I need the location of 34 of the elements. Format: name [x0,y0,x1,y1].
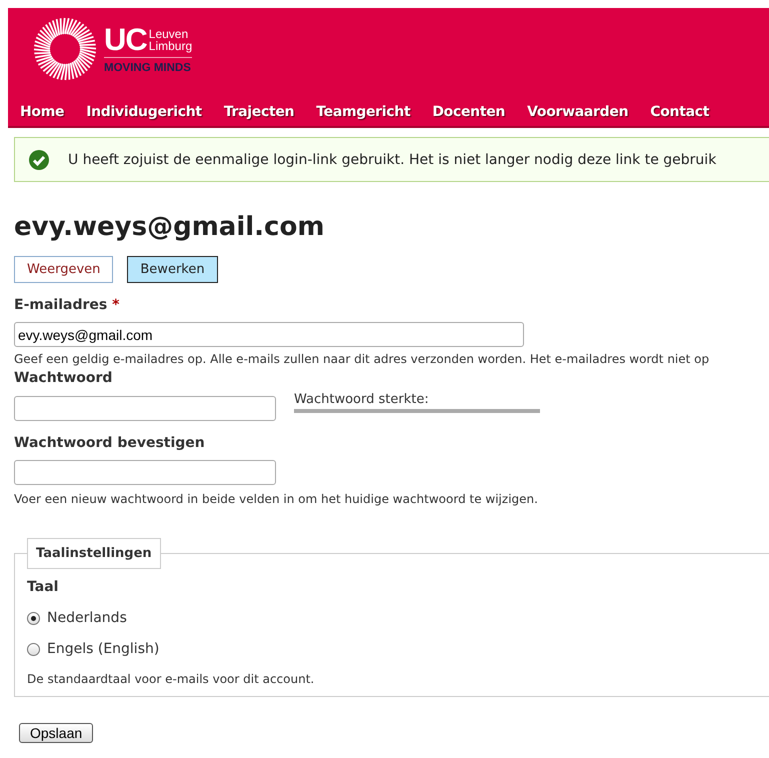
nav-link[interactable]: Home [20,104,76,120]
nav-link[interactable]: Voorwaarden [527,104,640,120]
nav-link[interactable]: Individugericht [86,104,213,120]
nav-link[interactable]: Docenten [432,104,516,120]
nav-link[interactable]: Contact [650,104,720,120]
nav-link[interactable]: Teamgericht [316,104,422,120]
nav-link[interactable]: Trajecten [224,104,306,120]
radio-button[interactable] [27,642,40,656]
radio-button[interactable] [27,612,40,624]
field-description: Voer een nieuw wachtwoord in beide velden in om het huidige wachtwoord te wijzigen. [14,492,539,506]
field-description: Geef een geldig e-mailadres op. Alle e-mails zullen naar dit adres verzonden worden. Het e-mailadres wordt niet op [14,352,710,366]
logo-text: Leuven [148,28,190,40]
logo-text: UC [104,24,147,54]
page-title: evy.weys@gmail.com [14,212,326,242]
fieldset-legend: Taalinstellingen [27,538,161,569]
tab[interactable]: Bewerken [127,256,218,283]
field-label: Taal [27,579,60,595]
radio-label[interactable]: Engels (English) [47,641,160,657]
check-icon [28,148,50,170]
email-field[interactable]: evy.weys@gmail.com [14,322,524,347]
sunburst-logo-icon [32,16,98,82]
field-label: E-mailadres * [14,297,120,313]
field-label: Wachtwoord bevestigen [14,435,206,451]
password-field[interactable] [14,396,276,421]
strength-label: Wachtwoord sterkte: [294,392,430,407]
logo-tagline: MOVING MINDS [104,62,192,74]
tab[interactable]: Weergeven [14,256,114,283]
logo-text: Limburg [148,40,192,52]
status-text: U heeft zojuist de eenmalige login-link gebruikt. Het is niet langer nodig deze link te gebruik [68,152,716,168]
save-button[interactable]: Opslaan [19,723,94,743]
password-confirm-field[interactable] [14,460,276,485]
field-description: De standaardtaal voor e-mails voor dit account. [27,672,316,686]
field-label: Wachtwoord [14,370,114,386]
radio-label[interactable]: Nederlands [47,610,127,626]
